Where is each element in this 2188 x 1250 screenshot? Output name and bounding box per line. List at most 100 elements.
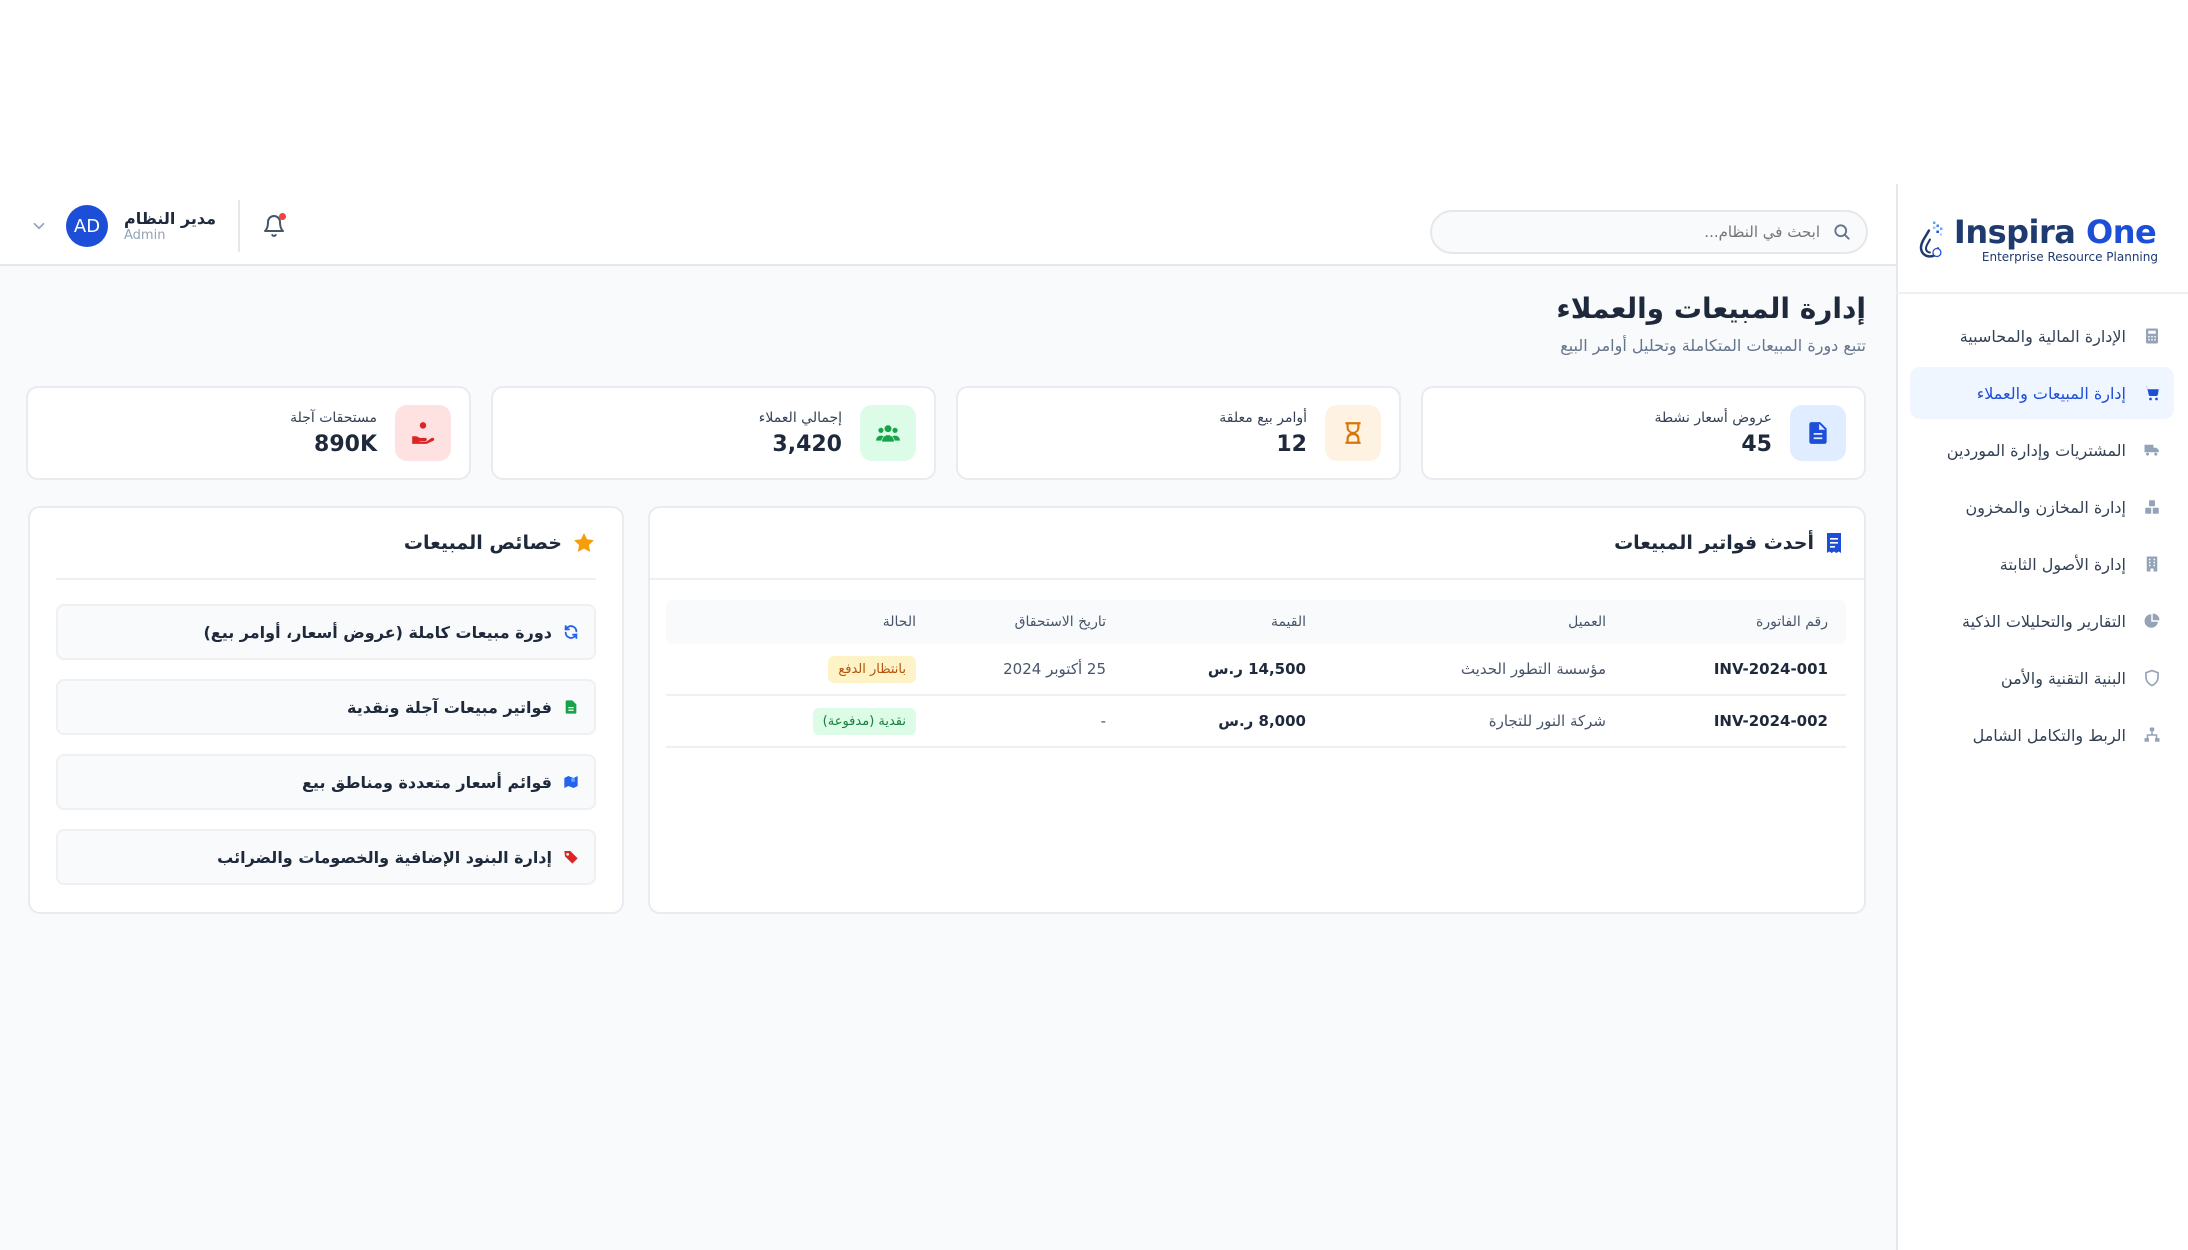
header-divider [238, 200, 241, 252]
drop-logo-icon [1919, 221, 1943, 258]
map-icon [562, 773, 580, 791]
hand-coin-icon [395, 405, 451, 461]
sidebar-item-finance[interactable]: الإدارة المالية والمحاسبية [1910, 310, 2174, 362]
stat-card-receivables[interactable]: مستحقات آجلة 890K [26, 386, 471, 480]
notification-dot [279, 213, 287, 220]
file-icon [1790, 405, 1846, 461]
invoice-status-cell: بانتظار الدفع [666, 655, 916, 683]
sidebar-item-security[interactable]: البنية التقنية والأمن [1910, 652, 2174, 704]
status-badge: نقدية (مدفوعة) [812, 707, 916, 735]
brand-text: Inspira One Enterprise Resource Planning [1954, 214, 2158, 264]
page-subtitle: تتبع دورة المبيعات المتكاملة وتحليل أوام… [1560, 336, 1866, 355]
table-row[interactable]: INV-2024-002 شركة النور للتجارة 8,000 ر.… [666, 696, 1846, 748]
sales-features-title: خصائص المبيعات [403, 532, 562, 554]
refresh-icon [562, 623, 580, 641]
invoice-icon [562, 698, 580, 716]
column-header[interactable]: رقم الفاتورة [1606, 614, 1846, 630]
sidebar-item-sales[interactable]: إدارة المبيعات والعملاء [1910, 367, 2174, 419]
sidebar-item-label: البنية التقنية والأمن [2000, 668, 2126, 688]
stat-label: عروض أسعار نشطة [1654, 409, 1772, 426]
invoices-table: رقم الفاتورة العميل القيمة تاريخ الاستحق… [666, 600, 1846, 748]
list-item[interactable]: فواتير مبيعات آجلة ونقدية [56, 679, 596, 735]
sidebar-nav: الإدارة المالية والمحاسبية إدارة المبيعا… [1910, 310, 2174, 766]
avatar[interactable]: AD [66, 205, 108, 247]
sidebar-item-reports[interactable]: التقارير والتحليلات الذكية [1910, 595, 2174, 647]
table-header: رقم الفاتورة العميل القيمة تاريخ الاستحق… [666, 600, 1846, 644]
star-icon [574, 533, 594, 552]
column-header[interactable]: القيمة [1106, 614, 1306, 630]
stat-card-pending-orders[interactable]: أوامر بيع معلقة 12 [956, 386, 1401, 480]
stat-value: 45 [1741, 431, 1772, 457]
app-shell: AD مدير النظام Admin [0, 184, 2188, 1250]
shield-icon [2142, 668, 2162, 688]
sidebar-item-label: إدارة المخازن والمخزون [1965, 497, 2126, 517]
calculator-icon [2142, 326, 2162, 346]
tags-icon [562, 848, 580, 866]
notifications-button[interactable] [262, 213, 287, 239]
user-info[interactable]: مدير النظام Admin [124, 209, 216, 243]
table-row[interactable]: INV-2024-001 مؤسسة التطور الحديث 14,500 … [666, 644, 1846, 696]
page-title: إدارة المبيعات والعملاء [1556, 292, 1866, 325]
sidebar-item-label: التقارير والتحليلات الذكية [1962, 611, 2126, 631]
stat-text: مستحقات آجلة 890K [290, 410, 377, 457]
sidebar-item-purchasing[interactable]: المشتريات وإدارة الموردين [1910, 424, 2174, 476]
hourglass-icon [1325, 405, 1381, 461]
shopping-cart-icon [2142, 383, 2162, 403]
sales-features-header: خصائص المبيعات [56, 508, 596, 580]
status-badge: بانتظار الدفع [828, 655, 916, 683]
stat-card-quotes[interactable]: عروض أسعار نشطة 45 [1421, 386, 1866, 480]
pie-chart-icon [2142, 611, 2162, 631]
stats-row: عروض أسعار نشطة 45 أوامر بيع معلقة 12 إج… [24, 386, 1866, 480]
stat-text: أوامر بيع معلقة 12 [1219, 410, 1307, 457]
list-item[interactable]: دورة مبيعات كاملة (عروض أسعار، أوامر بيع… [56, 604, 596, 660]
stat-value: 890K [314, 431, 377, 457]
invoice-status-cell: نقدية (مدفوعة) [666, 707, 916, 735]
stat-value: 3,420 [772, 431, 842, 457]
stat-card-customers[interactable]: إجمالي العملاء 3,420 [491, 386, 936, 480]
truck-icon [2142, 440, 2162, 460]
invoice-number[interactable]: INV-2024-002 [1606, 712, 1846, 730]
sidebar-item-assets[interactable]: إدارة الأصول الثابتة [1910, 538, 2174, 590]
column-header[interactable]: تاريخ الاستحقاق [916, 614, 1106, 630]
invoice-due-date: - [1100, 712, 1106, 730]
list-item[interactable]: قوائم أسعار متعددة ومناطق بيع [56, 754, 596, 810]
stat-label: إجمالي العملاء [758, 409, 842, 426]
search-icon [1834, 224, 1850, 240]
invoice-amount: 8,000 ر.س [1218, 712, 1306, 730]
sidebar-item-integration[interactable]: الربط والتكامل الشامل [1910, 709, 2174, 761]
building-icon [2142, 554, 2162, 574]
column-header[interactable]: الحالة [666, 614, 916, 630]
stat-label: أوامر بيع معلقة [1219, 409, 1307, 426]
invoice-due-date: 25 أكتوبر 2024 [1003, 660, 1106, 678]
stat-text: إجمالي العملاء 3,420 [759, 410, 842, 457]
brand-tagline: Enterprise Resource Planning [1981, 250, 2158, 264]
invoice-client: شركة النور للتجارة [1488, 712, 1606, 730]
sidebar-item-label: الربط والتكامل الشامل [1972, 725, 2126, 745]
list-item[interactable]: إدارة البنود الإضافية والخصومات والضرائب [56, 829, 596, 885]
search-input[interactable] [1460, 223, 1820, 241]
feature-label: إدارة البنود الإضافية والخصومات والضرائب [217, 847, 552, 867]
top-header: AD مدير النظام Admin [0, 184, 1896, 266]
user-role: Admin [124, 228, 166, 243]
search-box[interactable] [1430, 210, 1868, 254]
sidebar-divider [1896, 292, 2188, 294]
users-icon [860, 405, 916, 461]
sales-features-list: دورة مبيعات كاملة (عروض أسعار، أوامر بيع… [56, 604, 596, 904]
sidebar-item-inventory[interactable]: إدارة المخازن والمخزون [1910, 481, 2174, 533]
user-name: مدير النظام [124, 209, 217, 228]
brand-logo[interactable]: Inspira One Enterprise Resource Planning [1918, 184, 2158, 294]
stat-text: عروض أسعار نشطة 45 [1655, 410, 1772, 457]
stat-label: مستحقات آجلة [290, 409, 377, 426]
recent-invoices-card: أحدث فواتير المبيعات رقم الفاتورة العميل… [648, 506, 1866, 914]
receipt-icon [1827, 533, 1841, 553]
column-header[interactable]: العميل [1306, 614, 1606, 630]
sidebar-item-label: الإدارة المالية والمحاسبية [1959, 326, 2126, 346]
boxes-icon [2142, 497, 2162, 517]
sidebar: Inspira One Enterprise Resource Planning… [1896, 184, 2188, 1250]
sidebar-item-label: إدارة الأصول الثابتة [1999, 554, 2126, 574]
sidebar-item-label: إدارة المبيعات والعملاء [1976, 383, 2126, 403]
invoice-number[interactable]: INV-2024-001 [1606, 660, 1846, 678]
sidebar-item-label: المشتريات وإدارة الموردين [1946, 440, 2126, 460]
chevron-down-icon[interactable] [30, 217, 48, 235]
network-icon [2142, 725, 2162, 745]
